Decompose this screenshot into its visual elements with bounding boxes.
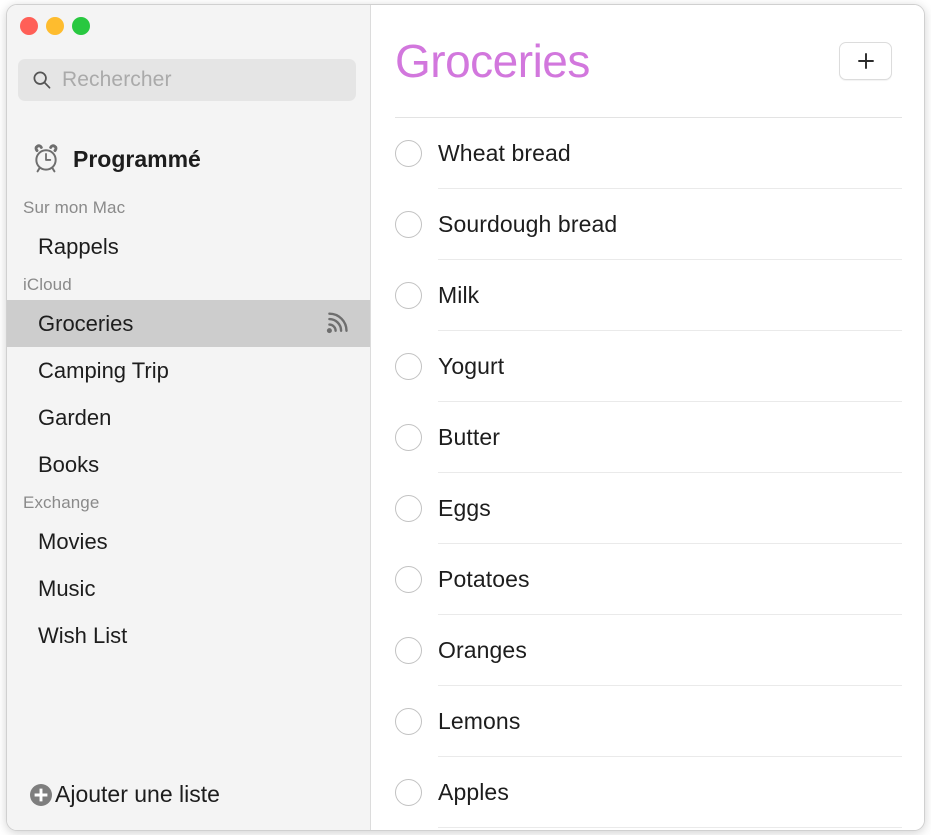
search-placeholder: Rechercher — [62, 68, 172, 91]
section-header-local: Sur mon Mac — [23, 198, 126, 217]
sidebar-item-books[interactable]: Books — [7, 441, 370, 488]
reminder-checkbox[interactable] — [395, 424, 422, 451]
reminder-checkbox[interactable] — [395, 140, 422, 167]
reminder-row[interactable]: Butter — [371, 402, 924, 473]
sidebar-sections: Sur mon Mac Rappels iCloud Groceries Cam… — [7, 193, 370, 659]
section-header-exchange: Exchange — [23, 493, 100, 512]
reminder-row[interactable]: Sourdough bread — [371, 189, 924, 260]
reminder-title: Yogurt — [438, 353, 505, 379]
sidebar-item-scheduled[interactable]: Programmé — [7, 136, 370, 182]
sidebar-item-label: Groceries — [38, 310, 134, 336]
add-reminder-button[interactable] — [839, 42, 892, 80]
reminder-checkbox[interactable] — [395, 282, 422, 309]
reminder-title: Eggs — [438, 495, 491, 521]
reminder-checkbox[interactable] — [395, 708, 422, 735]
reminder-title: Wheat bread — [438, 140, 571, 166]
search-icon — [33, 71, 51, 89]
sidebar-item-rappels[interactable]: Rappels — [7, 223, 370, 270]
reminder-checkbox[interactable] — [395, 353, 422, 380]
reminder-row[interactable]: Eggs — [371, 473, 924, 544]
page-title: Groceries — [395, 35, 590, 87]
shared-list-icon — [326, 312, 348, 333]
sidebar: Rechercher Programmé Sur mon Mac Rappels… — [7, 5, 371, 830]
reminders-list: Wheat bread Sourdough bread Milk Yogurt … — [371, 118, 924, 830]
sidebar-item-label: Wish List — [38, 622, 128, 648]
minimize-button[interactable] — [46, 17, 64, 35]
traffic-lights — [20, 17, 90, 35]
close-button[interactable] — [20, 17, 38, 35]
sidebar-item-label: Rappels — [38, 233, 119, 259]
add-list-button[interactable]: Ajouter une liste — [29, 781, 220, 808]
alarm-clock-icon — [34, 144, 58, 173]
sidebar-item-camping-trip[interactable]: Camping Trip — [7, 347, 370, 394]
reminder-row[interactable]: Yogurt — [371, 331, 924, 402]
add-list-label: Ajouter une liste — [55, 781, 220, 807]
reminder-title: Milk — [438, 282, 480, 308]
reminder-checkbox[interactable] — [395, 779, 422, 806]
reminder-row[interactable]: Wheat bread — [371, 118, 924, 189]
content-area: Groceries Wheat bread Sourdough bread Mi… — [371, 5, 924, 830]
reminder-checkbox[interactable] — [395, 495, 422, 522]
reminder-title: Lemons — [438, 708, 521, 734]
reminder-row[interactable]: Lemons — [371, 686, 924, 757]
reminder-title: Sourdough bread — [438, 211, 618, 237]
reminder-row[interactable]: Milk — [371, 260, 924, 331]
sidebar-item-garden[interactable]: Garden — [7, 394, 370, 441]
reminder-title: Potatoes — [438, 566, 530, 592]
sidebar-item-scheduled-label: Programmé — [73, 145, 201, 172]
reminder-title: Apples — [438, 779, 509, 805]
sidebar-item-label: Books — [38, 451, 100, 477]
content-header: Groceries — [371, 5, 924, 117]
reminder-row[interactable]: Potatoes — [371, 544, 924, 615]
sidebar-item-groceries[interactable]: Groceries — [7, 300, 370, 347]
plus-circle-icon — [30, 783, 52, 806]
reminder-checkbox[interactable] — [395, 637, 422, 664]
reminders-window: Rechercher Programmé Sur mon Mac Rappels… — [6, 4, 925, 831]
sidebar-item-label: Movies — [38, 528, 108, 554]
sidebar-item-wish-list[interactable]: Wish List — [7, 612, 370, 659]
reminder-title: Oranges — [438, 637, 527, 663]
reminder-checkbox[interactable] — [395, 211, 422, 238]
reminder-title: Butter — [438, 424, 500, 450]
sidebar-item-music[interactable]: Music — [7, 565, 370, 612]
zoom-button[interactable] — [72, 17, 90, 35]
sidebar-item-label: Music — [38, 575, 96, 601]
sidebar-item-label: Camping Trip — [38, 357, 169, 383]
sidebar-item-movies[interactable]: Movies — [7, 518, 370, 565]
reminder-row[interactable]: Oranges — [371, 615, 924, 686]
section-header-icloud: iCloud — [23, 275, 72, 294]
sidebar-item-label: Garden — [38, 404, 112, 430]
reminder-checkbox[interactable] — [395, 566, 422, 593]
reminder-row[interactable]: Apples — [371, 757, 924, 828]
search-input[interactable]: Rechercher — [18, 59, 356, 101]
plus-icon — [857, 53, 874, 69]
